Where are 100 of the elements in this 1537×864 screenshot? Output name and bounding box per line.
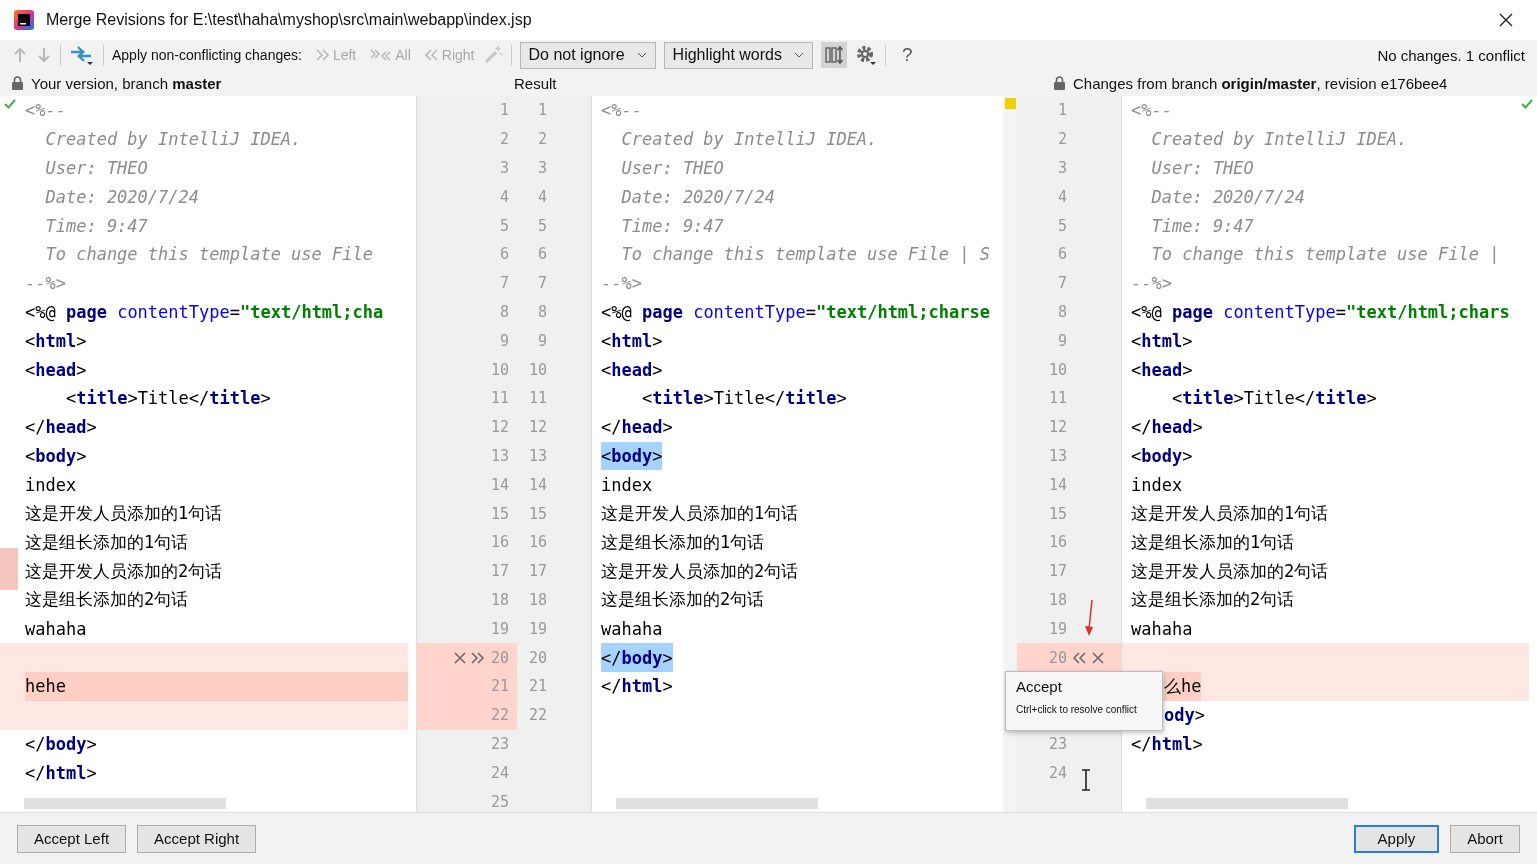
highlight-dropdown[interactable]: Highlight words [663,41,813,69]
code-line: <title>Title</title> [64,387,271,411]
line-number: 15 [489,504,509,523]
code-line: </body> [25,732,97,756]
line-number: 16 [489,533,509,552]
line-number: 11 [527,389,547,408]
pane-header: Your version, branch master [31,74,222,92]
code-line: <title>Title</title> [1170,387,1377,411]
line-number: 10 [527,360,547,379]
line-number: 2 [536,130,547,149]
close-icon[interactable] [1499,13,1513,27]
line-number: 9 [536,331,547,350]
window-title: Merge Revisions for E:\test\haha\myshop\src\main\webapp\index.jsp [46,11,533,29]
ignore-dropdown[interactable]: Do not ignore [519,41,656,69]
line-number: 14 [489,475,509,494]
horizontal-scrollbar[interactable] [616,798,818,809]
pane-header: Result [514,74,557,92]
horizontal-scrollbar[interactable] [24,798,226,809]
line-number: 1 [498,101,509,120]
change-marker [0,548,18,590]
code-line: 这是开发人员添加的2句话 [1131,559,1329,583]
line-number: 21 [527,677,547,696]
code-line: index [25,473,77,497]
code-line: --%> [25,272,66,296]
double-chevron-right-icon [315,49,330,61]
settings-icon[interactable] [854,44,877,66]
code-line: Created by IntelliJ IDEA. [44,128,302,152]
tooltip-hint: Ctrl+click to resolve conflict [1016,704,1138,715]
code-line: Date: 2020/7/24 [1150,185,1305,209]
code-line: User: THEO [44,157,148,180]
line-number: 3 [536,159,547,177]
horizontal-scrollbar[interactable] [1146,798,1348,809]
check-icon [1521,99,1533,109]
code-line: User: THEO [1150,157,1254,180]
line-number: 18 [489,590,509,609]
line-number: 23 [1047,734,1067,753]
code-line: <%@ page contentType="text/html;chars [1131,300,1510,324]
apply-label: Apply non-conflicting changes: [112,47,302,63]
line-number: 2 [498,130,509,149]
line-number: 16 [1047,533,1067,552]
code-line: Date: 2020/7/24 [620,185,775,209]
line-number: 3 [498,159,509,177]
line-number: 5 [536,216,547,235]
line-number: 11 [1047,389,1067,408]
code-line: <html> [1131,329,1193,353]
code-line: </head> [25,416,97,440]
sync-scroll-toggle-icon[interactable] [820,42,847,68]
double-chevron-left-icon [424,49,439,61]
line-number: 2 [1056,130,1067,149]
line-number: 19 [527,619,547,638]
line-number: 17 [1047,562,1067,581]
line-number: 13 [489,446,509,465]
line-number: 6 [498,245,509,264]
line-number: 8 [536,302,547,321]
merge-arrows-icon[interactable] [69,44,95,66]
line-number: 1 [1056,101,1067,120]
conflict-marker [1005,98,1016,109]
arrow-annotation [1083,599,1095,637]
code-line: 这是开发人员添加的1句话 [601,502,799,526]
code-line: Time: 9:47 [620,214,724,238]
line-number: 8 [1056,302,1067,321]
dialog-button[interactable]: Abort [1450,824,1520,853]
line-number: 6 [1056,245,1067,264]
line-number: 18 [527,590,547,609]
code-line: To change this template use File [44,243,373,267]
code-line: </html> [601,675,673,699]
line-number: 20 [489,648,509,667]
double-chevron-right-icon[interactable] [470,650,486,665]
dialog-button[interactable]: Accept Right [137,824,257,853]
code-line: index [1131,473,1183,497]
code-line: --%> [601,272,642,296]
code-line: 这是组长添加的1句话 [1131,530,1295,554]
help-button[interactable]: ? [901,44,913,66]
line-number: 1 [536,101,547,120]
code-line: 这是组长添加的1句话 [601,530,765,554]
code-line: <%@ page contentType="text/html;charse [601,300,990,324]
line-number: 15 [1047,504,1067,523]
tooltip-title: Accept [1016,678,1063,695]
code-line: <%-- [25,99,66,123]
code-line: </html> [1131,732,1203,756]
code-line: 这是开发人员添加的1句话 [25,502,223,526]
line-number: 14 [527,475,547,494]
code-line: <title>Title</title> [640,387,847,411]
code-line: Time: 9:47 [1150,214,1254,238]
code-line: <%-- [601,99,642,123]
line-number: 19 [1047,619,1067,638]
code-line: </head> [1131,416,1203,440]
code-line: <head> [601,358,663,382]
code-line: To change this template use File | [1150,243,1500,267]
double-chevron-left-icon[interactable] [1071,650,1087,665]
line-number: 12 [1047,418,1067,437]
line-number: 9 [498,331,509,350]
dialog-button[interactable]: Accept Left [17,824,127,853]
line-number: 22 [489,706,509,725]
code-line: <%@ page contentType="text/html;cha [25,300,384,324]
line-number: 11 [489,389,509,408]
code-line: 这是组长添加的2句话 [1131,588,1295,612]
dialog-button[interactable]: Apply [1353,824,1440,853]
line-number: 21 [489,677,509,696]
code-line: ody> [1164,704,1205,728]
